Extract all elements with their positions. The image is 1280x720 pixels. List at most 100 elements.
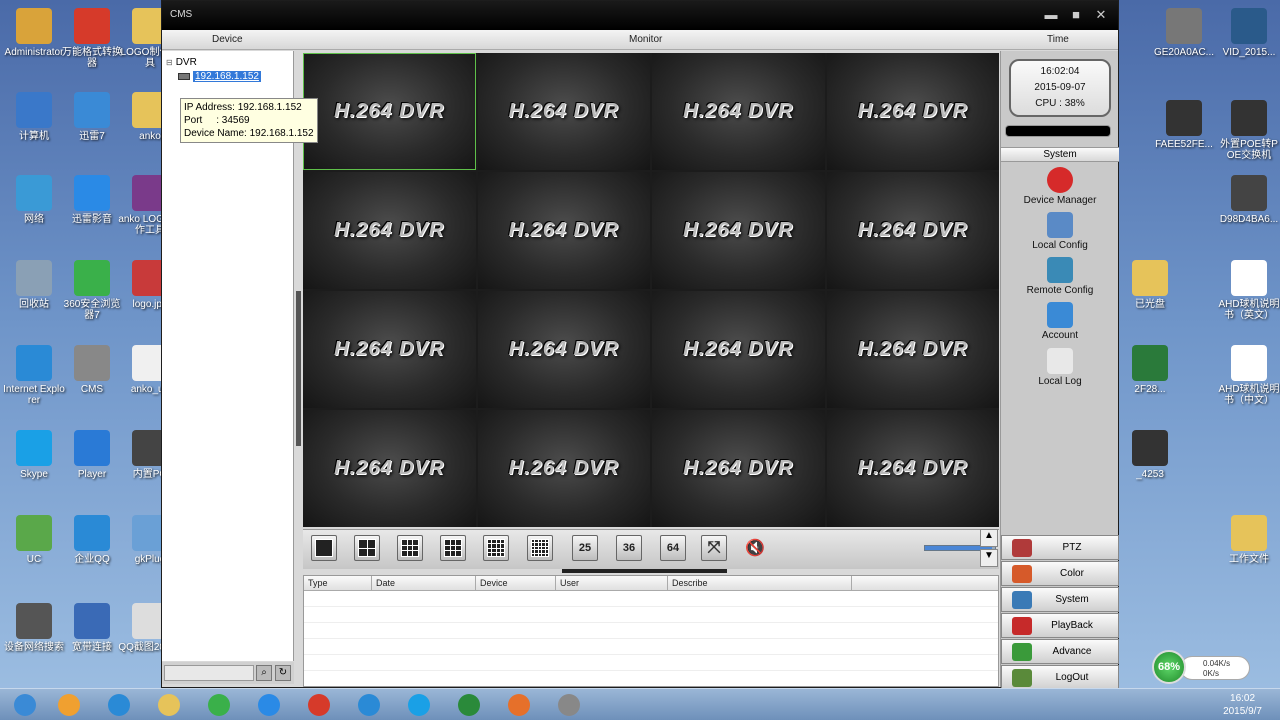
device-search-input[interactable] <box>164 665 254 681</box>
desktop-icon[interactable]: 万能格式转换器 <box>60 8 124 69</box>
scroll-up-button[interactable]: ▲ <box>980 529 998 547</box>
desktop-icon[interactable]: 宽带连接 <box>60 603 124 653</box>
layout-grid-icon <box>358 539 376 557</box>
desktop-icon[interactable]: 回收站 <box>2 260 66 310</box>
taskbar-ie-button[interactable] <box>96 691 142 719</box>
system-item[interactable]: Remote Config <box>1001 257 1119 296</box>
taskbar-clock[interactable]: 16:02 2015/9/7 <box>1223 692 1262 718</box>
system-item[interactable]: Device Manager <box>1001 167 1119 206</box>
desktop-icon[interactable]: 360安全浏览器7 <box>60 260 124 321</box>
desktop-icon[interactable]: VID_2015... <box>1218 8 1280 58</box>
layout-4-button[interactable] <box>354 535 380 561</box>
system-item[interactable]: Local Log <box>1001 348 1119 387</box>
log-column-header[interactable]: Type <box>304 576 372 590</box>
desktop-icon[interactable]: 企业QQ <box>60 515 124 565</box>
taskbar-windows-explorer-icon-button[interactable] <box>46 691 92 719</box>
layout-64-button[interactable]: 64 <box>660 535 686 561</box>
video-channel[interactable]: H.264 DVR <box>303 410 476 527</box>
desktop-icon[interactable]: _4253 <box>1118 430 1182 480</box>
desktop-icon[interactable]: 2F28... <box>1118 345 1182 395</box>
layout-1-button[interactable] <box>311 535 337 561</box>
tree-device-label[interactable]: 192.168.1.152 <box>193 70 261 82</box>
minimize-button[interactable]: ▬ <box>1042 7 1060 23</box>
video-channel[interactable]: H.264 DVR <box>303 172 476 289</box>
desktop-icon[interactable]: 工作文件 <box>1218 515 1280 565</box>
desktop-icon[interactable]: 设备网络搜索 <box>2 603 66 653</box>
desktop-icon[interactable]: 迅雷7 <box>60 92 124 142</box>
video-channel[interactable]: H.264 DVR <box>826 172 999 289</box>
tree-collapse-icon[interactable]: ⊟ <box>166 58 173 67</box>
desktop-icon[interactable]: GE20A0AC... <box>1152 8 1216 58</box>
video-channel[interactable]: H.264 DVR <box>652 172 825 289</box>
log-column-header[interactable]: Device <box>476 576 556 590</box>
layout-16-button[interactable] <box>483 535 509 561</box>
desktop-icon[interactable]: 网络 <box>2 175 66 225</box>
layout-25-grid-button[interactable] <box>527 535 553 561</box>
layout-25-button[interactable]: 25 <box>572 535 598 561</box>
video-channel[interactable]: H.264 DVR <box>477 53 650 170</box>
video-channel[interactable]: H.264 DVR <box>826 53 999 170</box>
desktop-icon[interactable]: Internet Explorer <box>2 345 66 406</box>
taskbar-360-button[interactable] <box>196 691 242 719</box>
collapse-handle[interactable] <box>296 291 301 446</box>
close-button[interactable]: ✕ <box>1092 7 1110 23</box>
menu-system-button[interactable]: System <box>1001 587 1119 612</box>
taskbar-converter-button[interactable] <box>296 691 342 719</box>
video-channel[interactable]: H.264 DVR <box>652 410 825 527</box>
layout-9-button[interactable] <box>440 535 466 561</box>
menu-playback-button[interactable]: PlayBack <box>1001 613 1119 638</box>
system-item[interactable]: Account <box>1001 302 1119 341</box>
scroll-down-button[interactable]: ▼ <box>980 549 998 567</box>
menu-logout-button[interactable]: LogOut <box>1001 665 1119 690</box>
video-channel[interactable]: H.264 DVR <box>652 291 825 408</box>
tree-root[interactable]: ⊟ DVR <box>166 55 289 69</box>
log-column-header[interactable]: User <box>556 576 668 590</box>
video-channel[interactable]: H.264 DVR <box>477 291 650 408</box>
taskbar-skype-button[interactable] <box>396 691 442 719</box>
desktop-icon[interactable]: CMS <box>60 345 124 395</box>
layout-6-button[interactable] <box>397 535 423 561</box>
tree-device-item[interactable]: 192.168.1.152 <box>166 69 289 83</box>
menu-advance-button[interactable]: Advance <box>1001 639 1119 664</box>
taskbar-firefox-button[interactable] <box>496 691 542 719</box>
video-channel[interactable]: H.264 DVR <box>303 291 476 408</box>
system-item[interactable]: Local Config <box>1001 212 1119 251</box>
taskbar-xunlei-button[interactable] <box>246 691 292 719</box>
desktop-icon[interactable]: AHD球机说明书（英文） <box>1218 260 1280 321</box>
video-channel[interactable]: H.264 DVR <box>303 53 476 170</box>
desktop-icon[interactable]: 迅雷影音 <box>60 175 124 225</box>
video-channel[interactable]: H.264 DVR <box>826 291 999 408</box>
video-channel[interactable]: H.264 DVR <box>652 53 825 170</box>
search-icon[interactable]: ⌕ <box>256 665 272 681</box>
mute-icon[interactable]: 🔇 <box>745 538 765 558</box>
taskbar-explorer-button[interactable] <box>146 691 192 719</box>
desktop-icon[interactable]: D98D4BA6... <box>1218 175 1280 225</box>
title-bar[interactable]: CMS ▬ ■ ✕ <box>162 1 1118 30</box>
fullscreen-button[interactable]: ⤧ <box>701 535 727 561</box>
desktop-icon[interactable]: FAEE52FE... <box>1152 100 1216 150</box>
desktop-icon[interactable]: 已光盘 <box>1118 260 1182 310</box>
maximize-button[interactable]: ■ <box>1067 7 1085 23</box>
video-channel[interactable]: H.264 DVR <box>477 172 650 289</box>
taskbar-cms-button[interactable] <box>546 691 592 719</box>
menu-ptz-button[interactable]: PTZ <box>1001 535 1119 560</box>
desktop-icon[interactable]: Player <box>60 430 124 480</box>
network-speed-widget[interactable]: 0.04K/s 0K/s 68% <box>1152 650 1252 686</box>
taskbar-start-button[interactable] <box>2 691 48 719</box>
desktop-icon[interactable]: Administrator <box>2 8 66 58</box>
desktop-icon[interactable]: Skype <box>2 430 66 480</box>
video-channel[interactable]: H.264 DVR <box>826 410 999 527</box>
video-channel[interactable]: H.264 DVR <box>477 410 650 527</box>
desktop-icon[interactable]: AHD球机说明书（中文） <box>1218 345 1280 406</box>
desktop-icon[interactable]: UC <box>2 515 66 565</box>
toolbar-toggle-handle[interactable] <box>562 569 727 573</box>
taskbar-excel-button[interactable] <box>446 691 492 719</box>
desktop-icon[interactable]: 外置POE转POE交换机 <box>1218 100 1280 161</box>
refresh-icon[interactable]: ↻ <box>275 665 291 681</box>
log-column-header[interactable]: Describe <box>668 576 852 590</box>
log-column-header[interactable]: Date <box>372 576 476 590</box>
menu-color-button[interactable]: Color <box>1001 561 1119 586</box>
desktop-icon[interactable]: 计算机 <box>2 92 66 142</box>
layout-36-button[interactable]: 36 <box>616 535 642 561</box>
taskbar-qq-button[interactable] <box>346 691 392 719</box>
